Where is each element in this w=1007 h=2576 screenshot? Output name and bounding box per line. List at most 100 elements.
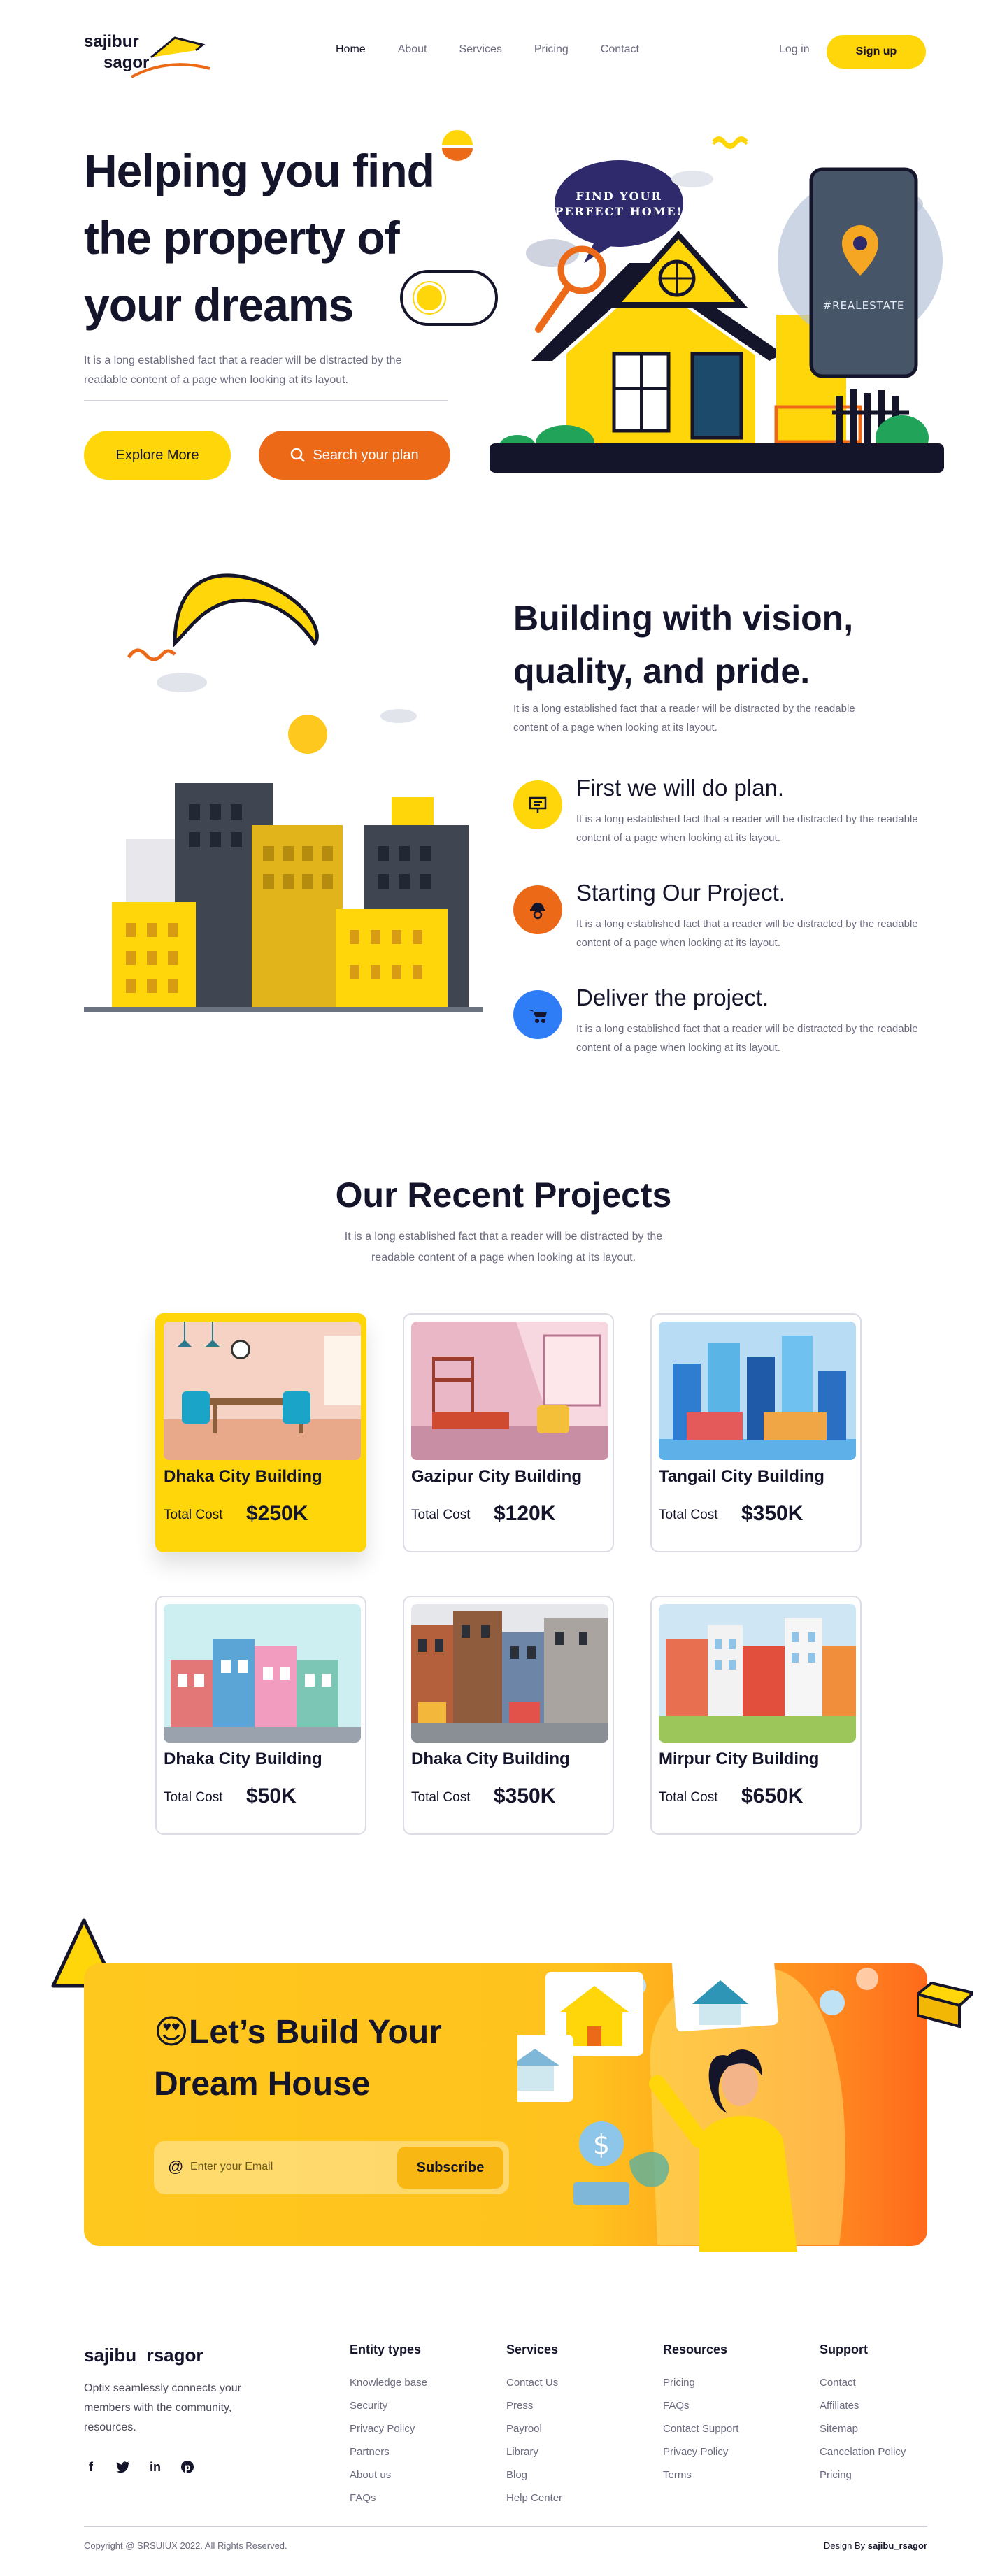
- feature-title: First we will do plan.: [576, 775, 785, 801]
- facebook-icon[interactable]: f: [84, 2460, 98, 2474]
- feature-description: It is a long established fact that a rea…: [576, 1023, 918, 1054]
- nav-services[interactable]: Services: [459, 43, 502, 56]
- building-title: Building with vision, quality, and pride…: [513, 592, 905, 698]
- plan-board-icon: [513, 780, 562, 829]
- footer-link[interactable]: Help Center: [506, 2486, 562, 2510]
- building-title-line-2: quality, and pride.: [513, 652, 810, 691]
- footer-link[interactable]: Knowledge base: [350, 2371, 427, 2394]
- project-card[interactable]: Dhaka City Building Total Cost $250K: [155, 1313, 366, 1552]
- explore-more-button[interactable]: Explore More: [84, 431, 231, 480]
- footer-column-heading: Support: [820, 2342, 868, 2356]
- footer-link[interactable]: Cancelation Policy: [820, 2440, 906, 2463]
- footer-link[interactable]: Press: [506, 2394, 562, 2417]
- svg-text:$: $: [593, 2129, 610, 2160]
- feature-description: It is a long established fact that a rea…: [576, 813, 918, 844]
- nav-contact[interactable]: Contact: [601, 43, 639, 56]
- footer-brand: sajibu_rsagor: [84, 2345, 203, 2366]
- project-card[interactable]: Dhaka City Building Total Cost $50K: [155, 1596, 366, 1835]
- dream-house-illustration: $: [517, 1948, 878, 2252]
- footer-link[interactable]: Contact: [820, 2371, 906, 2394]
- brand-logo[interactable]: sajibur sagor: [84, 29, 224, 78]
- footer-link[interactable]: Blog: [506, 2463, 562, 2486]
- twitter-icon[interactable]: [116, 2460, 130, 2474]
- worker-icon: [513, 885, 562, 934]
- project-name: Mirpur City Building: [659, 1749, 820, 1768]
- cta-title: 😍Let’s Build Your Dream House: [154, 2007, 517, 2110]
- toggle-knob: [414, 282, 445, 313]
- bubble-line-1: FIND YOUR: [576, 189, 662, 203]
- building-description: It is a long established fact that a rea…: [513, 703, 855, 734]
- decorative-toggle: [400, 270, 498, 326]
- signup-button[interactable]: Sign up: [827, 35, 926, 69]
- hero-title-line-2: the property of: [84, 212, 400, 264]
- project-name: Dhaka City Building: [164, 1749, 322, 1768]
- project-cost: $350K: [741, 1502, 804, 1525]
- footer-link[interactable]: Security: [350, 2394, 427, 2417]
- project-name: Tangail City Building: [659, 1467, 824, 1486]
- total-cost-label: Total Cost: [659, 1790, 718, 1805]
- footer-link[interactable]: Contact Us: [506, 2371, 562, 2394]
- hero-divider: [84, 400, 448, 401]
- footer-link[interactable]: Contact Support: [663, 2417, 738, 2440]
- login-link[interactable]: Log in: [779, 43, 810, 56]
- footer-link[interactable]: Payrool: [506, 2417, 562, 2440]
- nav-home[interactable]: Home: [336, 43, 366, 56]
- project-cost: $350K: [494, 1784, 556, 1808]
- footer-column-resources: Resources Pricing FAQs Contact Support P…: [663, 2342, 738, 2486]
- cta-title-line-2: Dream House: [154, 2066, 371, 2103]
- footer-link[interactable]: Affiliates: [820, 2394, 906, 2417]
- footer-link[interactable]: Privacy Policy: [663, 2440, 738, 2463]
- project-cost: $650K: [741, 1784, 804, 1808]
- project-card[interactable]: Gazipur City Building Total Cost $120K: [403, 1313, 614, 1552]
- copyright-text: Copyright @ SRSUIUX 2022. All Rights Res…: [84, 2540, 287, 2551]
- wheelbarrow-icon: [513, 990, 562, 1039]
- project-card[interactable]: Dhaka City Building Total Cost $350K: [403, 1596, 614, 1835]
- projects-description: It is a long established fact that a rea…: [344, 1231, 663, 1264]
- feature-title: Deliver the project.: [576, 985, 769, 1010]
- half-sun-icon: [442, 130, 473, 161]
- living-room-image: [411, 1322, 608, 1460]
- footer-link[interactable]: Terms: [663, 2463, 738, 2486]
- phone-tag: #REALESTATE: [823, 299, 905, 312]
- project-card[interactable]: Mirpur City Building Total Cost $650K: [650, 1596, 862, 1835]
- office-interior-image: [164, 1322, 361, 1460]
- footer-link[interactable]: About us: [350, 2463, 427, 2486]
- footer-link[interactable]: Library: [506, 2440, 562, 2463]
- project-cost: $250K: [246, 1502, 308, 1525]
- subscribe-button[interactable]: Subscribe: [397, 2147, 503, 2189]
- projects-title: Our Recent Projects: [335, 1175, 672, 1215]
- footer-column-services: Services Contact Us Press Payrool Librar…: [506, 2342, 562, 2510]
- project-card[interactable]: Tangail City Building Total Cost $350K: [650, 1313, 862, 1552]
- search-plan-button[interactable]: Search your plan: [259, 431, 450, 480]
- hero-description: It is a long established fact that a rea…: [84, 355, 402, 386]
- design-credit-prefix: Design By: [823, 2540, 868, 2551]
- house-illustration: FIND YOUR PERFECT HOME! #REALESTATE: [490, 136, 944, 473]
- footer-link[interactable]: Privacy Policy: [350, 2417, 427, 2440]
- total-cost-label: Total Cost: [411, 1508, 471, 1522]
- brand-line-2: sagor: [103, 53, 150, 72]
- total-cost-label: Total Cost: [411, 1790, 471, 1805]
- footer-link[interactable]: Sitemap: [820, 2417, 906, 2440]
- search-plan-label: Search your plan: [313, 447, 419, 463]
- footer-link[interactable]: Partners: [350, 2440, 427, 2463]
- email-input[interactable]: Enter your Email: [190, 2161, 273, 2173]
- pinterest-icon[interactable]: p: [180, 2460, 194, 2474]
- nav-about[interactable]: About: [398, 43, 427, 56]
- footer-link[interactable]: FAQs: [663, 2394, 738, 2417]
- footer-column-heading: Services: [506, 2342, 559, 2356]
- footer-link[interactable]: FAQs: [350, 2486, 427, 2510]
- linkedin-icon[interactable]: in: [148, 2460, 162, 2474]
- footer-link[interactable]: Pricing: [820, 2463, 906, 2486]
- subscribe-form: @ Enter your Email Subscribe: [154, 2141, 509, 2194]
- feature-plan: First we will do plan. It is a long esta…: [513, 775, 947, 866]
- city-buildings-illustration: [84, 573, 483, 1012]
- nav-pricing[interactable]: Pricing: [534, 43, 569, 56]
- building-title-line-1: Building with vision,: [513, 599, 854, 638]
- bubble-line-2: PERFECT HOME!: [555, 205, 683, 218]
- search-icon: [291, 448, 306, 462]
- top-navbar: sajibur sagor Home About Services Pricin…: [0, 0, 1007, 105]
- footer-column-heading: Resources: [663, 2342, 728, 2356]
- nav-links: Home About Services Pricing Contact: [336, 43, 639, 56]
- footer-link[interactable]: Pricing: [663, 2371, 738, 2394]
- project-name: Dhaka City Building: [411, 1749, 570, 1768]
